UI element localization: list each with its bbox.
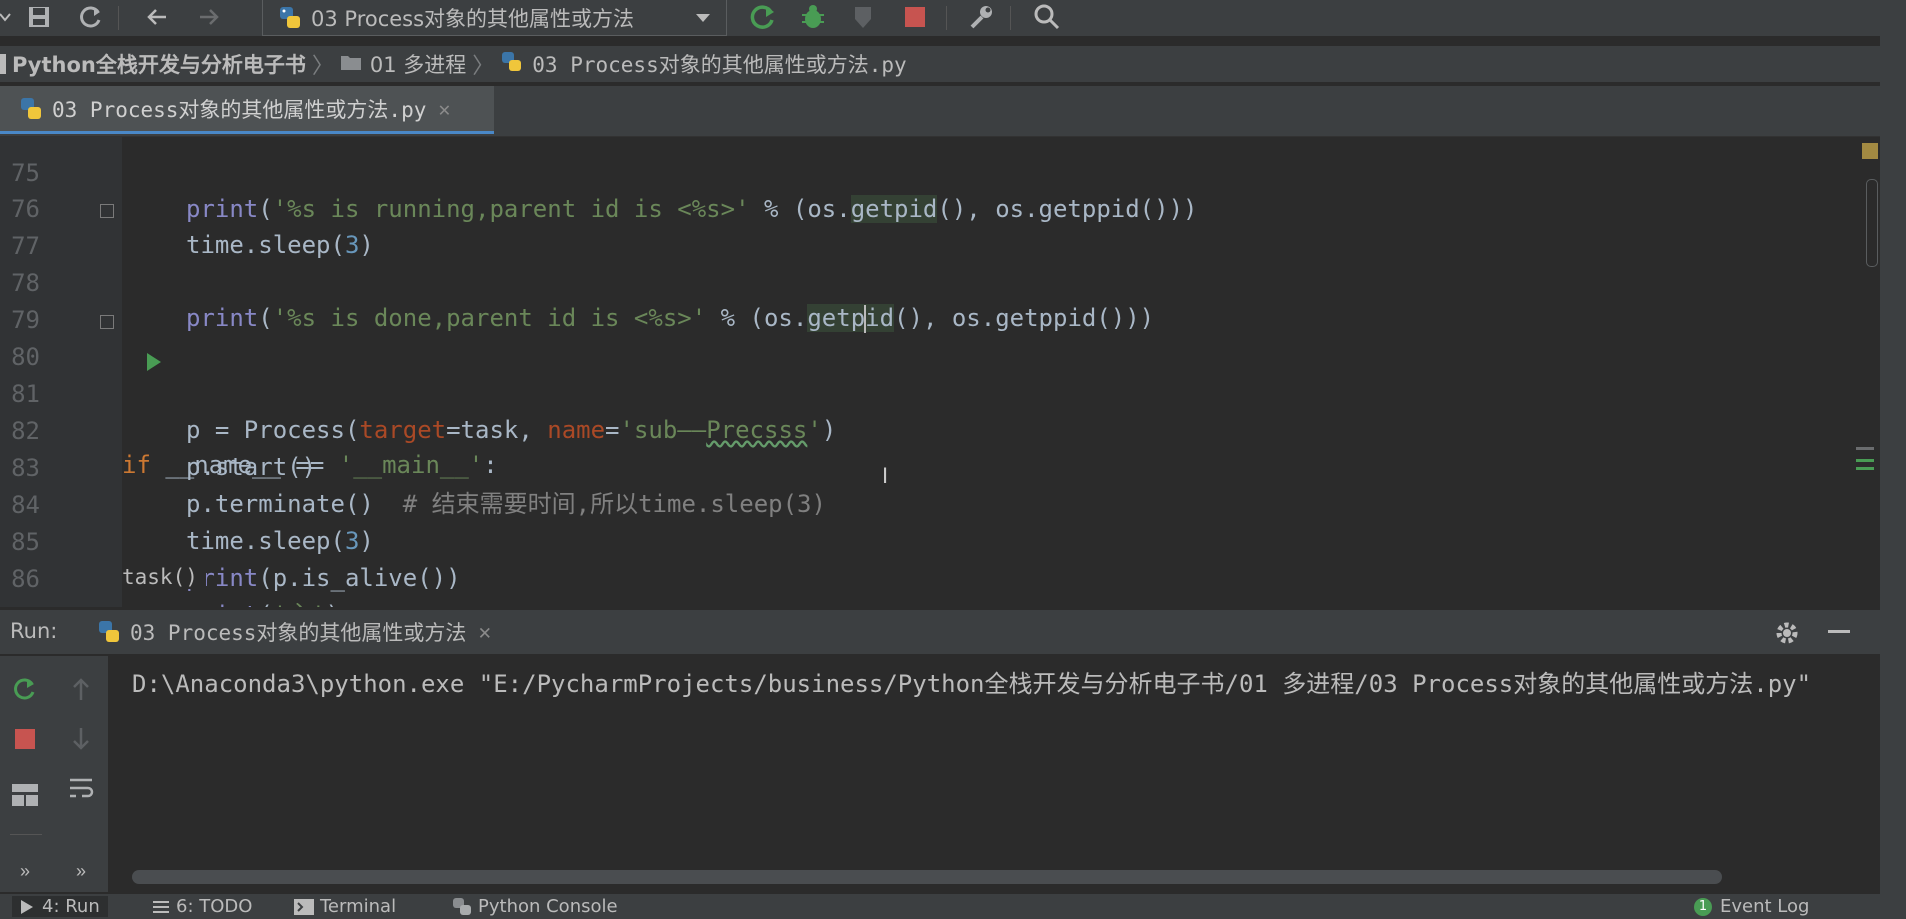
breadcrumb-file[interactable]: 03 Process对象的其他属性或方法.py — [500, 49, 907, 79]
python-file-icon — [18, 96, 44, 122]
run-toolwindow-button[interactable]: 4: Run — [12, 896, 108, 917]
list-icon — [153, 900, 169, 913]
search-icon[interactable] — [1032, 2, 1062, 32]
event-log-button[interactable]: 1 Event Log — [1694, 896, 1809, 917]
play-icon — [21, 899, 33, 914]
more-actions-icon[interactable]: » — [66, 856, 96, 886]
folder-icon — [340, 52, 362, 76]
editor-scrollbar[interactable] — [1866, 179, 1878, 267]
stop-icon[interactable] — [10, 724, 40, 754]
python-file-icon — [96, 619, 122, 645]
debug-bug-icon[interactable] — [798, 2, 828, 32]
status-bar: 4: Run 6: TODO Terminal Python Console 1… — [0, 894, 1906, 919]
error-stripe-mark[interactable] — [1856, 447, 1874, 450]
save-all-icon[interactable] — [24, 2, 54, 32]
run-configuration-selector[interactable]: 03 Process对象的其他属性或方法 — [262, 0, 727, 36]
code-line: 86 print('主') — [0, 525, 1860, 607]
rerun-icon[interactable] — [10, 674, 40, 704]
back-arrow-icon[interactable] — [142, 2, 172, 32]
breadcrumb-folder-label: 01 多进程 — [369, 53, 467, 77]
soft-wrap-icon[interactable] — [66, 774, 96, 804]
error-stripe-mark[interactable] — [1856, 467, 1874, 470]
run-configuration-label: 03 Process对象的其他属性或方法 — [311, 6, 635, 31]
close-icon[interactable]: ✕ — [438, 97, 450, 121]
stop-icon[interactable] — [900, 2, 930, 32]
arrow-down-icon[interactable] — [66, 724, 96, 754]
gear-icon[interactable] — [1774, 620, 1800, 651]
rerun-icon[interactable] — [748, 2, 778, 32]
console-horizontal-scrollbar[interactable] — [132, 870, 1722, 884]
code-line: 79 — [0, 266, 1860, 334]
right-tool-strip — [1880, 0, 1906, 919]
context-hint: task() — [122, 565, 206, 589]
chevron-down-icon[interactable] — [694, 8, 712, 32]
code-line: 77 print('%s is done,parent id is <%s>' … — [0, 192, 1860, 333]
navigation-breadcrumb: Python全栈开发与分析电子书 〉 01 多进程 〉 03 Process对象… — [0, 46, 1880, 82]
inspection-warning-icon[interactable] — [1862, 143, 1878, 159]
todo-toolwindow-label: 6: TODO — [176, 896, 253, 917]
code-line: 82 p.start() — [0, 377, 1860, 481]
code-line: 83 p.terminate() # 结束需要时间,所以time.sleep(3… — [0, 414, 1860, 518]
main-toolbar: 03 Process对象的其他属性或方法 — [0, 0, 1906, 36]
breadcrumb-separator-icon: 〉 — [472, 54, 495, 79]
synchronize-icon[interactable] — [76, 2, 106, 32]
wrench-settings-icon[interactable] — [966, 2, 996, 32]
todo-toolwindow-button[interactable]: 6: TODO — [152, 896, 252, 917]
run-console[interactable]: D:\Anaconda3\python.exe "E:/PycharmProje… — [110, 656, 1880, 866]
line-number: 86 — [11, 565, 40, 593]
run-with-coverage-icon[interactable] — [848, 2, 878, 32]
run-tab-label: 03 Process对象的其他属性或方法 — [130, 621, 467, 645]
project-marker — [0, 54, 6, 74]
close-icon[interactable]: ✕ — [478, 620, 491, 644]
run-tab[interactable]: 03 Process对象的其他属性或方法 ✕ — [96, 610, 491, 654]
code-line: 85 print(p.is_alive()) — [0, 488, 1860, 592]
error-stripe-mark[interactable] — [1856, 459, 1874, 462]
breadcrumb-file-label: 03 Process对象的其他属性或方法.py — [532, 53, 907, 77]
more-actions-icon[interactable]: » — [10, 856, 40, 886]
python-console-icon — [453, 897, 471, 915]
breadcrumb-folder[interactable]: 01 多进程 — [340, 49, 466, 79]
arrow-up-icon[interactable] — [66, 674, 96, 704]
editor-tab-label: 03 Process对象的其他属性或方法.py — [52, 97, 427, 122]
forward-arrow-icon[interactable] — [194, 2, 224, 32]
code-line: 78 — [0, 229, 1860, 297]
terminal-toolwindow-label: Terminal — [320, 896, 397, 917]
terminal-icon — [294, 898, 314, 915]
code-line: 75 print('%s is running,parent id is <%s… — [0, 137, 1860, 223]
chevron-down-icon[interactable] — [0, 2, 20, 32]
run-panel-title: Run: — [10, 619, 58, 643]
editor-tab-bar: 03 Process对象的其他属性或方法.py ✕ — [0, 86, 1880, 137]
fold-marker-icon[interactable] — [100, 315, 114, 329]
python-file-icon — [500, 50, 524, 79]
text-cursor-icon: I — [882, 463, 889, 488]
python-console-toolwindow-label: Python Console — [478, 896, 618, 917]
code-line: 80 if __name__ == '__main__': — [0, 303, 1860, 479]
breadcrumb-separator-icon: 〉 — [311, 54, 334, 79]
layout-icon[interactable] — [10, 780, 40, 810]
terminal-toolwindow-button[interactable]: Terminal — [294, 896, 396, 917]
run-toolwindow-label: 4: Run — [42, 896, 100, 917]
code-editor[interactable]: 75 print('%s is running,parent id is <%s… — [0, 137, 1880, 607]
console-output-line: D:\Anaconda3\python.exe "E:/PycharmProje… — [132, 670, 1812, 698]
python-console-toolwindow-button[interactable]: Python Console — [452, 896, 618, 917]
breadcrumb-project[interactable]: Python全栈开发与分析电子书 — [12, 49, 306, 79]
event-count-badge: 1 — [1694, 897, 1712, 916]
editor-tab-active[interactable]: 03 Process对象的其他属性或方法.py ✕ — [0, 86, 494, 134]
event-log-label: Event Log — [1720, 896, 1810, 917]
fold-marker-icon[interactable] — [100, 204, 114, 218]
python-file-icon — [277, 5, 303, 31]
run-toolwindow-actions: » » — [0, 656, 108, 892]
code-line: 81 p = Process(target=task, name='sub——P… — [0, 340, 1860, 444]
code-line: 76 time.sleep(3) — [0, 155, 1860, 259]
code-line: 84 time.sleep(3) — [0, 451, 1860, 555]
run-panel-header: Run: 03 Process对象的其他属性或方法 ✕ — [0, 610, 1880, 654]
minimize-icon[interactable] — [1828, 630, 1850, 633]
